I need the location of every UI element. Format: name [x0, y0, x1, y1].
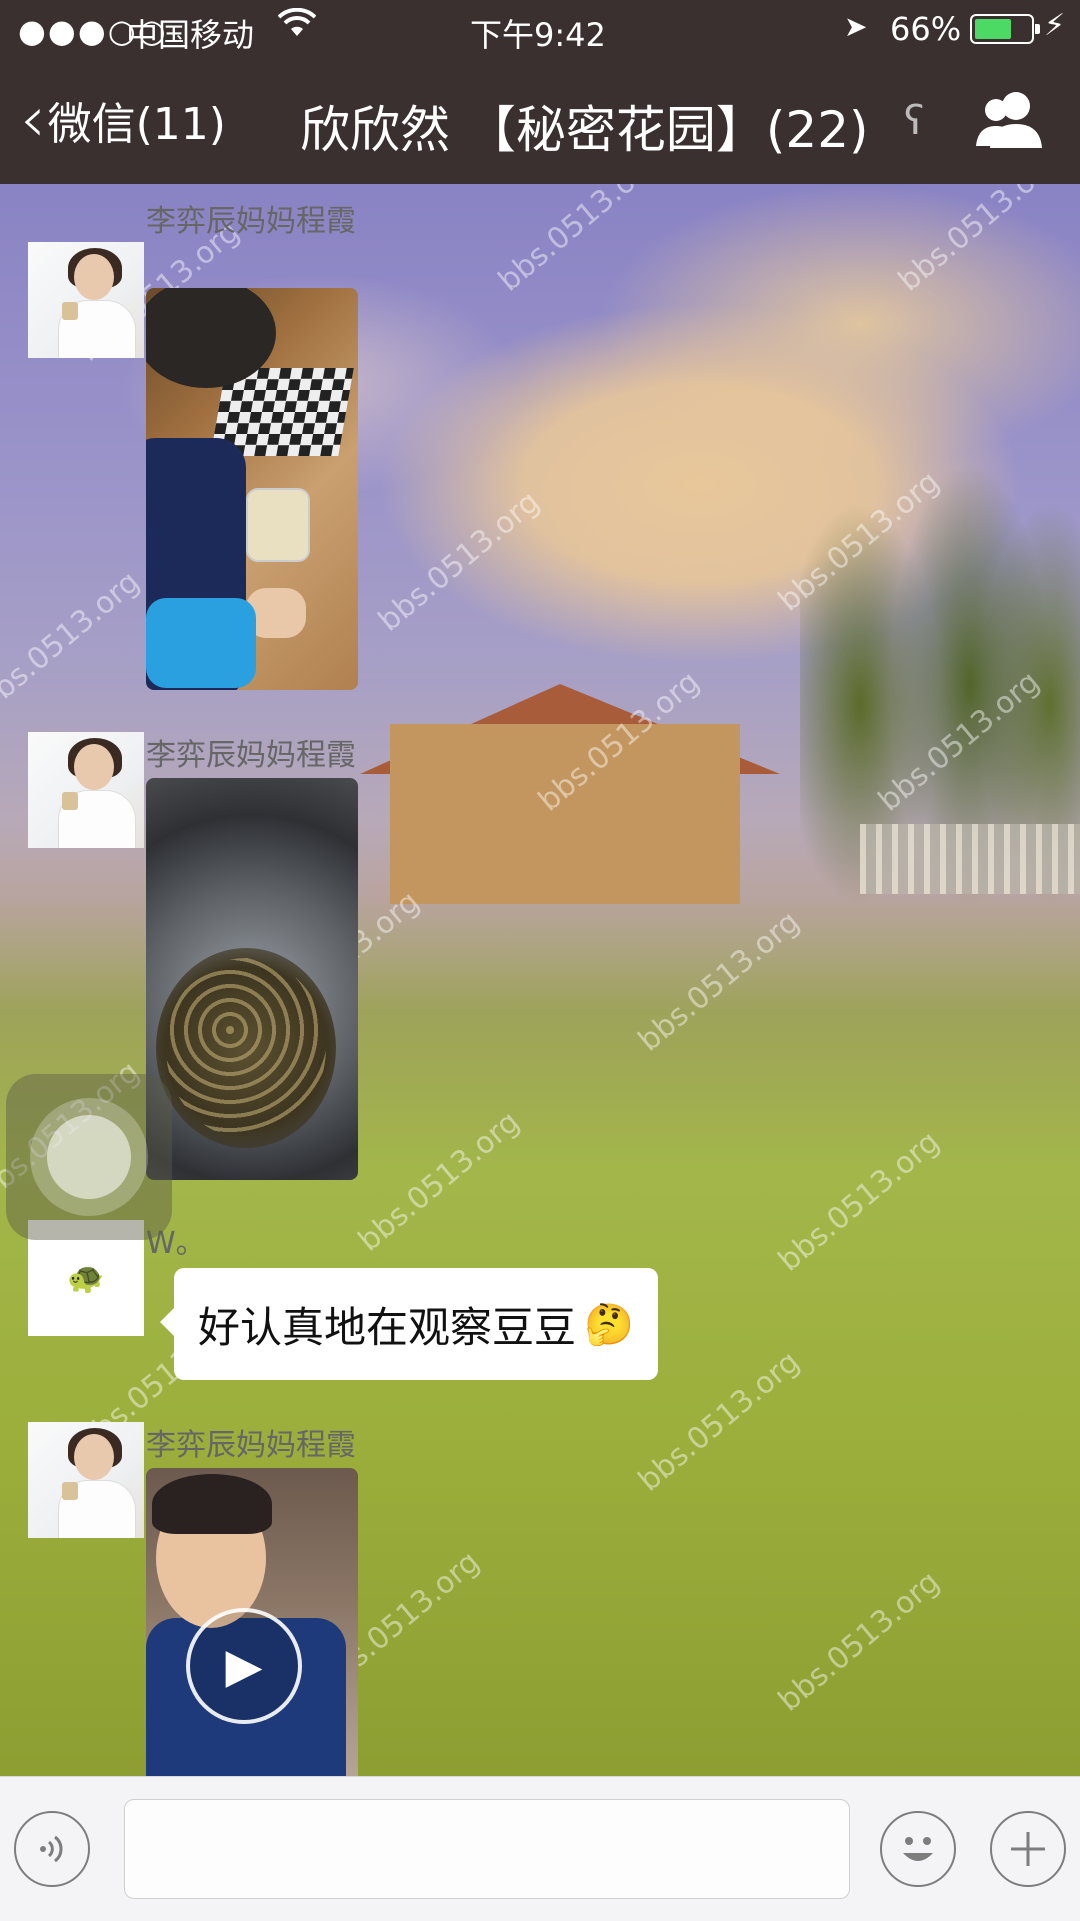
clock: 下午9:42 [470, 16, 606, 54]
chat-title: 欣欣然 【秘密花园】(22) [300, 101, 869, 159]
image-message[interactable] [146, 778, 358, 1180]
nav-bar: ‹ 微信(11) 欣欣然 【秘密花园】(22) ʕ [0, 60, 1080, 184]
carrier-name: 中国移动 [126, 16, 255, 54]
location-arrow-icon: ➤ [844, 10, 868, 43]
earpiece-mode-icon: ʕ [904, 98, 925, 144]
plus-button[interactable] [990, 1811, 1066, 1887]
watermark: bbs.0513.org [891, 184, 1067, 299]
avatar[interactable] [28, 242, 144, 358]
battery-percent: 66% [890, 10, 962, 48]
watermark: bbs.0513.org [631, 904, 807, 1059]
avatar[interactable] [28, 732, 144, 848]
sender-name: 李弈辰妈妈程霞 [146, 204, 356, 239]
avatar[interactable] [28, 1422, 144, 1538]
back-button[interactable]: ‹ 微信(11) [20, 80, 226, 160]
sender-name: 李弈辰妈妈程霞 [146, 738, 356, 773]
sender-name: 李弈辰妈妈程霞 [146, 1428, 356, 1463]
message-input[interactable] [124, 1799, 850, 1899]
watermark: bbs.0513.org [0, 564, 147, 719]
turtle-icon: 🐢 [67, 1260, 105, 1296]
watermark: bbs.0513.org [631, 1344, 807, 1499]
charging-bolt-icon: ⚡ [1044, 8, 1066, 43]
play-icon[interactable]: ▶ [186, 1608, 302, 1724]
background-house [390, 724, 740, 904]
chat-area[interactable]: bbs.0513.org bbs.0513.org bbs.0513.org b… [0, 184, 1080, 1776]
message-text: 好认真地在观察豆豆 [198, 1302, 577, 1352]
watermark: bbs.0513.org [771, 1564, 947, 1719]
wifi-icon [277, 7, 317, 46]
watermark: bbs.0513.org [491, 184, 667, 299]
back-label: 微信(11) [47, 99, 226, 150]
background-fence [860, 824, 1080, 894]
thinking-emoji-icon: 🤔 [584, 1301, 634, 1348]
battery-icon [970, 14, 1040, 44]
assistive-touch-button[interactable] [6, 1074, 172, 1240]
video-message[interactable]: ▶ [146, 1468, 358, 1776]
group-members-icon[interactable] [974, 88, 1044, 152]
watermark: bbs.0513.org [371, 484, 547, 639]
battery-fill [975, 19, 1011, 39]
image-message[interactable] [146, 288, 358, 690]
text-bubble[interactable]: 好认真地在观察豆豆 🤔 [160, 1268, 658, 1380]
input-bar [0, 1776, 1080, 1921]
voice-button[interactable] [14, 1811, 90, 1887]
status-bar: ●●●○○ 中国移动 下午9:42 ➤ 66% ⚡ [0, 0, 1080, 60]
chevron-left-icon: ‹ [20, 83, 46, 157]
watermark: bbs.0513.org [351, 1104, 527, 1259]
watermark: bbs.0513.org [771, 1124, 947, 1279]
emoji-button[interactable] [880, 1811, 956, 1887]
